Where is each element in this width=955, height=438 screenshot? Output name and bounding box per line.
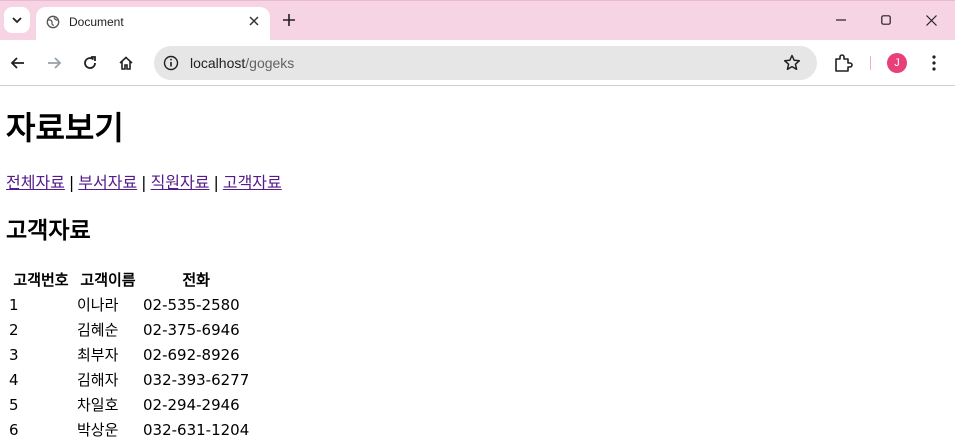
close-icon: [249, 16, 259, 26]
page-title: 자료보기: [6, 109, 124, 147]
globe-icon: [46, 15, 60, 29]
nav-separator: |: [213, 173, 219, 192]
table-row: 5 차일호 02-294-2946: [8, 394, 250, 417]
nav-link-all[interactable]: 전체자료: [6, 173, 65, 192]
window-close-icon: [925, 14, 937, 26]
table-row: 1 이나라 02-535-2580: [8, 294, 250, 317]
header-customer-id: 고객번호: [13, 271, 69, 289]
toolbar-divider: [870, 56, 871, 70]
puzzle-icon[interactable]: [832, 52, 854, 74]
cell-customer-name: 김해자: [77, 371, 119, 389]
minimize-icon: [836, 19, 846, 21]
cell-customer-name: 박상운: [77, 421, 119, 438]
cell-customer-name: 최부자: [77, 346, 119, 364]
maximize-button[interactable]: [871, 7, 901, 33]
plus-icon: [283, 14, 295, 26]
nav-link-employees[interactable]: 직원자료: [151, 173, 210, 192]
cell-customer-name: 김혜순: [77, 321, 119, 339]
cell-phone: 02-692-8926: [143, 346, 240, 364]
browser-tab-document[interactable]: Document: [36, 7, 270, 41]
cell-customer-id: 2: [9, 321, 19, 339]
kebab-menu-icon[interactable]: [924, 53, 944, 73]
table-row: 2 김혜순 02-375-6946: [8, 319, 250, 342]
browser-toolbar: localhost/gogeks J: [0, 40, 955, 86]
address-bar[interactable]: localhost/gogeks: [154, 46, 817, 80]
forward-button[interactable]: [40, 49, 68, 77]
tab-close-button[interactable]: [244, 11, 264, 31]
cell-customer-id: 3: [9, 346, 19, 364]
reload-button[interactable]: [76, 49, 104, 77]
forward-arrow-icon: [48, 57, 62, 69]
nav-link-customers[interactable]: 고객자료: [223, 173, 282, 192]
tab-strip: Document: [0, 0, 955, 41]
back-button[interactable]: [4, 49, 32, 77]
home-button[interactable]: [112, 49, 140, 77]
url-host: localhost: [190, 55, 246, 71]
cell-phone: 02-294-2946: [143, 396, 240, 414]
cell-phone: 02-535-2580: [143, 296, 240, 314]
home-icon: [119, 56, 133, 70]
site-info-icon[interactable]: [162, 54, 180, 72]
back-arrow-icon: [10, 57, 24, 69]
new-tab-button[interactable]: [278, 9, 300, 31]
section-title: 고객자료: [6, 218, 91, 244]
cell-customer-name: 이나라: [77, 296, 119, 314]
tab-title: Document: [69, 15, 124, 29]
page-content: 자료보기 전체자료 | 부서자료 | 직원자료 | 고객자료 고객자료 고객번호 고객이름 …: [0, 87, 955, 438]
profile-avatar[interactable]: J: [887, 53, 907, 73]
tab-search-button[interactable]: [4, 7, 30, 33]
cell-phone: 032-631-1204: [143, 421, 250, 438]
reload-icon: [84, 56, 96, 69]
cell-phone: 02-375-6946: [143, 321, 240, 339]
url-text: localhost/gogeks: [190, 55, 294, 71]
nav-separator: |: [141, 173, 147, 192]
cell-customer-id: 5: [9, 396, 19, 414]
cell-customer-name: 차일호: [77, 396, 119, 414]
table-header-row: 고객번호 고객이름 전화: [8, 269, 250, 292]
table-row: 4 김해자 032-393-6277: [8, 369, 250, 392]
table-row: 3 최부자 02-692-8926: [8, 344, 250, 367]
data-nav: 전체자료 | 부서자료 | 직원자료 | 고객자료: [6, 173, 282, 193]
table-row: 6 박상운 032-631-1204: [8, 419, 250, 438]
header-phone: 전화: [182, 271, 210, 289]
window-close-button[interactable]: [916, 7, 946, 33]
cell-phone: 032-393-6277: [143, 371, 250, 389]
minimize-button[interactable]: [826, 7, 856, 33]
cell-customer-id: 1: [9, 296, 19, 314]
cell-customer-id: 4: [9, 371, 19, 389]
star-icon[interactable]: [782, 53, 802, 73]
header-customer-name: 고객이름: [80, 271, 136, 289]
maximize-icon: [881, 15, 891, 25]
url-path: /gogeks: [245, 55, 295, 71]
nav-separator: |: [68, 173, 75, 192]
tab-search-icon: [12, 17, 22, 24]
cell-customer-id: 6: [9, 421, 19, 438]
nav-link-departments[interactable]: 부서자료: [78, 173, 137, 192]
customer-table: 고객번호 고객이름 전화 1 이나라 02-535-2580 2 김혜순 02-…: [6, 267, 252, 438]
